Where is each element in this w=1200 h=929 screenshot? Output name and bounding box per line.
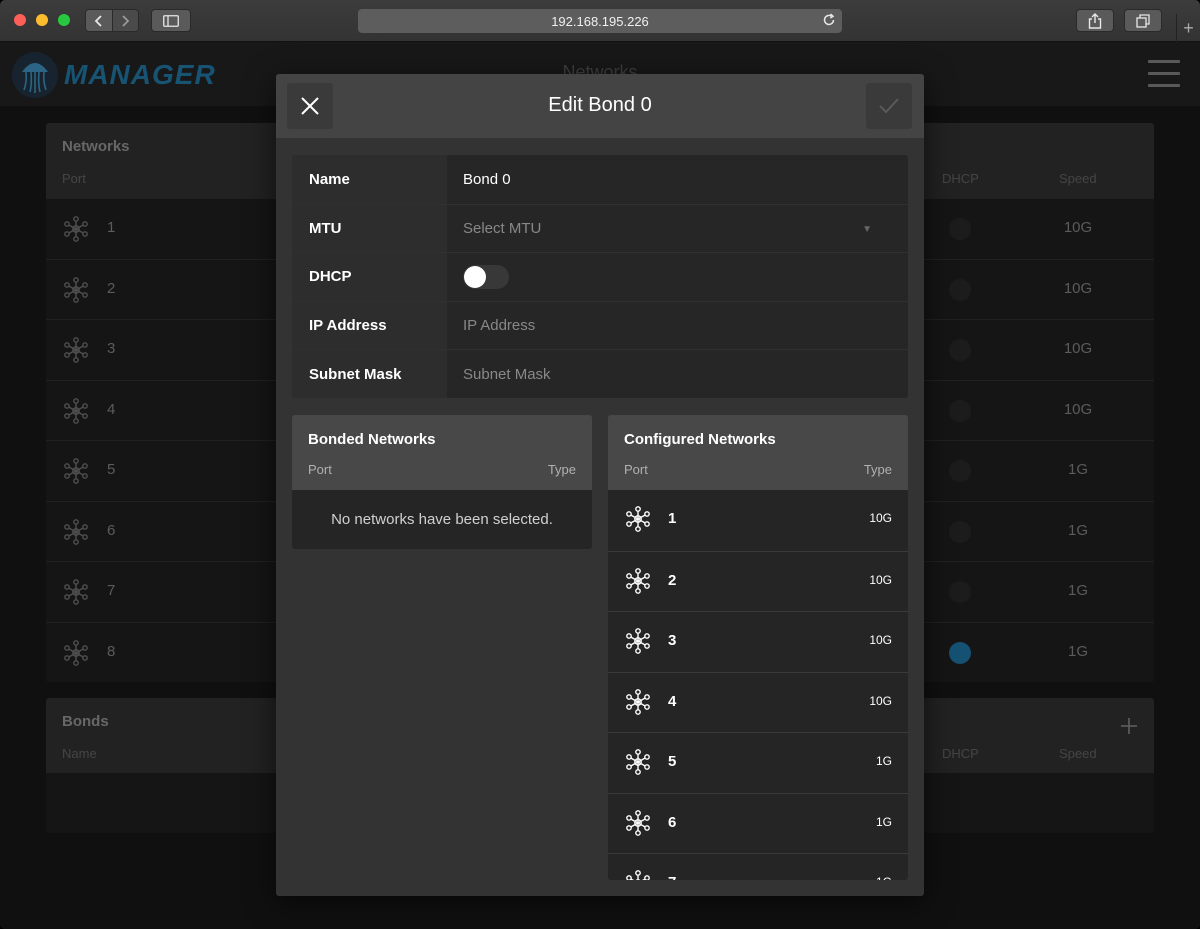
network-icon-wrap — [625, 688, 651, 720]
dhcp-label: DHCP — [292, 253, 447, 301]
configured-network-type: 1G — [876, 875, 892, 880]
network-icon-wrap — [625, 506, 651, 537]
tabs-overview-button[interactable] — [1124, 9, 1162, 32]
app-page: MANAGER Networks Networks Port DHCP Spee… — [0, 42, 1200, 929]
bonded-networks-title: Bonded Networks — [308, 431, 436, 448]
configured-network-port: 3 — [668, 632, 677, 649]
configured-network-row[interactable]: 4 10G — [608, 671, 908, 733]
ip-address-input[interactable]: IP Address — [447, 302, 908, 350]
network-icon-wrap — [625, 567, 651, 599]
modal-title: Edit Bond 0 — [548, 94, 652, 116]
configured-network-type: 10G — [869, 511, 892, 525]
configured-network-port: 4 — [668, 692, 677, 710]
browser-window: 192.168.195.226 + MANAGER Networks Netwo… — [0, 0, 1200, 929]
network-port-icon — [626, 567, 650, 594]
reload-button[interactable] — [822, 13, 836, 30]
empty-message: No networks have been selected. — [331, 511, 553, 528]
configured-network-type: 10G — [869, 693, 892, 708]
ip-row: IP Address IP Address — [292, 300, 908, 350]
configured-network-port: 5 — [668, 753, 677, 770]
network-icon-wrap — [625, 628, 651, 659]
mtu-label: MTU — [292, 204, 447, 253]
chevron-left-icon — [94, 14, 102, 27]
tabs-icon — [1135, 13, 1150, 28]
col-type: Type — [863, 462, 892, 477]
reload-icon — [823, 13, 835, 26]
configured-networks-panel: Configured Networks Port Type 1 10G 2 10G 3 1… — [608, 415, 908, 880]
col-port: Port — [624, 462, 648, 477]
subnet-row: Subnet Mask Subnet Mask — [292, 349, 908, 398]
new-tab-button[interactable]: + — [1176, 14, 1200, 42]
network-port-icon — [626, 688, 650, 715]
nav-buttons — [85, 9, 139, 32]
dhcp-toggle[interactable] — [463, 265, 509, 290]
chevron-right-icon — [122, 14, 130, 27]
configured-network-port: 2 — [668, 571, 677, 589]
sidebar-toggle-button[interactable] — [151, 9, 191, 32]
network-icon-wrap — [625, 870, 651, 880]
forward-button[interactable] — [111, 10, 138, 31]
configured-network-type: 1G — [875, 754, 892, 768]
minimize-window-button[interactable] — [36, 14, 48, 26]
checkmark-icon — [879, 98, 899, 114]
configured-network-type: 10G — [869, 572, 892, 587]
ip-label: IP Address — [292, 301, 447, 350]
modal-header: Edit Bond 0 — [276, 74, 924, 138]
bond-form: Name Bond 0 MTU Select MTU ▼ DHCP IP Add… — [292, 155, 908, 398]
col-type: Type — [547, 462, 576, 477]
configured-network-type: 10G — [869, 633, 892, 647]
configured-network-row[interactable]: 2 10G — [608, 550, 908, 612]
network-port-icon — [626, 628, 650, 654]
sidebar-icon — [163, 14, 179, 27]
name-label: Name — [292, 155, 447, 204]
subnet-mask-input[interactable]: Subnet Mask — [447, 350, 908, 398]
subnet-label: Subnet Mask — [292, 350, 447, 398]
close-window-button[interactable] — [14, 14, 26, 26]
dhcp-row: DHCP — [292, 252, 908, 301]
mtu-row: MTU Select MTU ▼ — [292, 203, 908, 253]
share-button[interactable] — [1076, 9, 1114, 32]
zoom-window-button[interactable] — [58, 14, 70, 26]
name-field[interactable]: Bond 0 — [447, 155, 908, 204]
back-button[interactable] — [86, 10, 112, 31]
confirm-button[interactable] — [866, 83, 912, 129]
configured-network-row[interactable]: 3 10G — [608, 611, 908, 672]
address-text: 192.168.195.226 — [551, 13, 649, 29]
dropdown-caret-icon: ▼ — [862, 223, 872, 235]
edit-bond-modal: Edit Bond 0 Name Bond 0 MTU Select MTU ▼… — [276, 74, 924, 896]
browser-toolbar: 192.168.195.226 + — [0, 0, 1200, 42]
configured-networks-list[interactable]: 1 10G 2 10G 3 10G 4 10G 5 1G 6 1G 7 1G — [608, 490, 908, 880]
network-port-icon — [626, 870, 650, 880]
share-icon — [1088, 12, 1102, 29]
toggle-knob — [464, 266, 486, 289]
mtu-select[interactable]: Select MTU — [447, 205, 908, 253]
network-icon-wrap — [625, 809, 651, 841]
bonded-networks-header: Bonded Networks Port Type — [292, 415, 592, 490]
configured-network-port: 1 — [668, 510, 677, 527]
network-icon-wrap — [625, 749, 651, 780]
network-port-icon — [626, 809, 650, 836]
configured-network-row[interactable]: 7 1G — [608, 853, 908, 880]
network-port-icon — [626, 749, 650, 775]
bonded-networks-list: No networks have been selected. — [292, 490, 592, 549]
configured-networks-title: Configured Networks — [624, 431, 776, 448]
address-bar[interactable]: 192.168.195.226 — [358, 9, 842, 33]
network-port-icon — [626, 506, 650, 532]
bonded-networks-panel: Bonded Networks Port Type No networks ha… — [292, 415, 592, 549]
col-port: Port — [308, 462, 332, 477]
configured-networks-header: Configured Networks Port Type — [608, 415, 908, 490]
configured-network-type: 1G — [875, 814, 892, 829]
configured-network-row[interactable]: 5 1G — [608, 732, 908, 793]
configured-network-row[interactable]: 1 10G — [608, 490, 908, 551]
configured-network-port: 7 — [668, 874, 676, 880]
name-row: Name Bond 0 — [292, 155, 908, 204]
configured-network-row[interactable]: 6 1G — [608, 792, 908, 854]
configured-network-port: 6 — [668, 813, 677, 831]
